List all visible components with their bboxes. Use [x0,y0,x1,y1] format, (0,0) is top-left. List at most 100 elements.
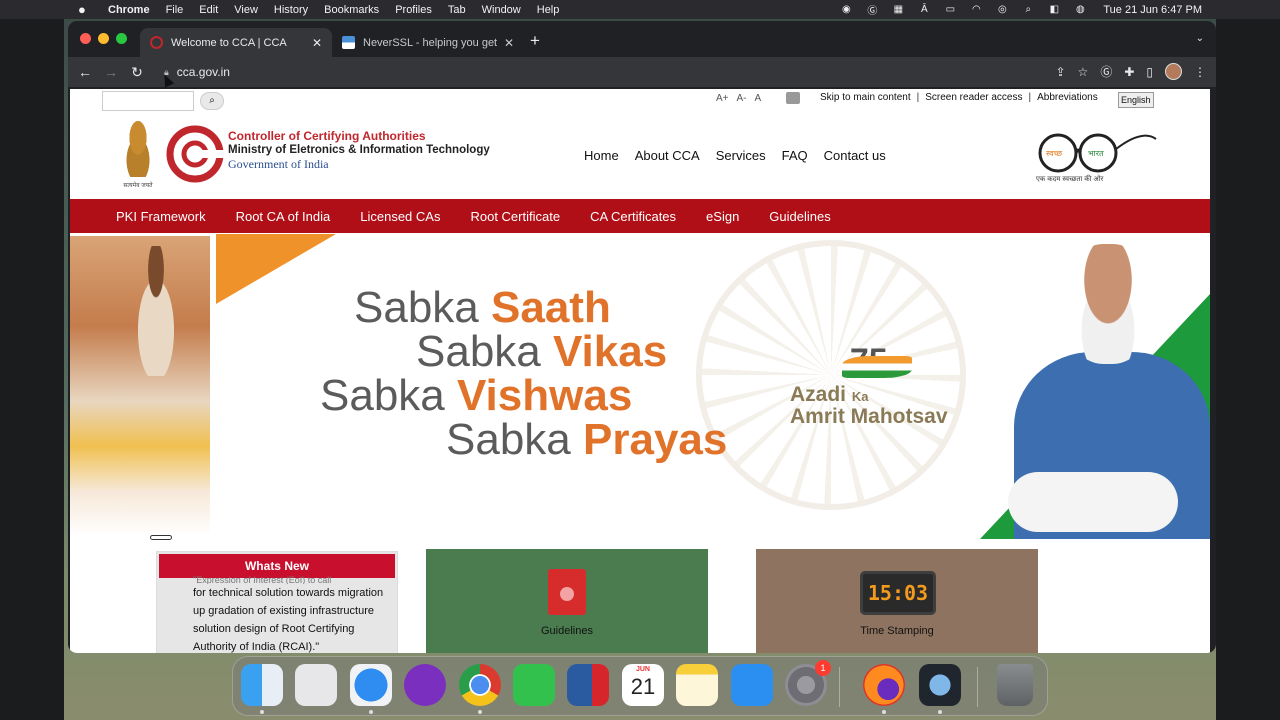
profile-avatar[interactable] [1165,63,1182,80]
wifi-icon[interactable]: ◠ [969,4,983,15]
launchpad-icon[interactable] [295,664,337,706]
nav-root-ca[interactable]: Root CA of India [236,209,331,224]
font-decrease-button[interactable]: A- [737,93,747,104]
bookmark-star-icon[interactable]: ☆ [1078,65,1089,79]
close-tab-icon[interactable]: ✕ [504,36,514,50]
cca-favicon-icon [150,36,163,49]
safari-icon[interactable] [350,664,392,706]
webpage: ⌕ A+ A- A Skip to main content | Screen … [70,89,1210,653]
desktop-edge-left [0,18,64,720]
close-tab-icon[interactable]: ✕ [312,36,322,50]
record-icon[interactable]: ◉ [839,4,853,15]
search-icon[interactable]: ⌕ [200,92,224,110]
screen-recorder-icon[interactable] [567,664,609,706]
tab-neverssl[interactable]: NeverSSL - helping you get on ✕ [332,28,524,57]
site-search-input[interactable] [102,91,194,111]
system-preferences-icon[interactable]: 1 [785,660,831,706]
slider-indicator-icon[interactable] [150,535,172,540]
control-center-icon[interactable]: ◧ [1047,4,1061,15]
nav-root-certificate[interactable]: Root Certificate [470,209,560,224]
reload-icon[interactable]: ↻ [128,64,146,81]
guidelines-card[interactable]: Guidelines [426,549,708,653]
apple-menu-icon[interactable]: ● [78,2,94,17]
forward-icon[interactable]: → [102,64,120,80]
azadi-ka-amrit-mahotsav-logo: 75 Azadi Ka Amrit Mahotsav [790,342,948,427]
dock-separator [839,667,840,707]
firefox-icon[interactable] [863,664,905,706]
font-increase-button[interactable]: A+ [716,93,729,104]
menu-app-name[interactable]: Chrome [108,4,150,16]
printer-icon[interactable] [786,92,800,104]
back-icon[interactable]: ← [76,64,94,80]
chrome-menu-icon[interactable]: ⋮ [1194,65,1206,79]
siri-icon[interactable]: ◍ [1073,4,1087,15]
menu-bookmarks[interactable]: Bookmarks [324,4,379,16]
nav-licensed-cas[interactable]: Licensed CAs [360,209,440,224]
address-bar[interactable]: 🔒︎ cca.gov.in [154,61,1084,83]
nav-contact[interactable]: Contact us [824,148,886,163]
whats-new-text[interactable]: "Expression of Interest (EoI) to call fo… [193,576,393,653]
grammarly-icon[interactable]: Ⓖ [865,4,879,17]
menu-bar: ● Chrome File Edit View History Bookmark… [0,0,1280,19]
keyboard-icon[interactable]: ▦ [891,4,905,15]
language-button[interactable]: English [1118,92,1154,108]
calendar-icon[interactable]: JUN 21 [622,664,664,706]
menu-file[interactable]: File [166,4,184,16]
slogan-line: Sabka Prayas [446,415,728,464]
tab-cca[interactable]: Welcome to CCA | CCA ✕ [140,28,332,57]
nav-faq[interactable]: FAQ [782,148,808,163]
org-line-2: Ministry of Eletronics & Information Tec… [228,144,490,156]
tricolor-flag-icon [842,356,912,378]
time-stamping-card[interactable]: 15:03 Time Stamping [756,549,1038,653]
share-icon[interactable]: ⇪ [1055,65,1065,79]
tab-title: Welcome to CCA | CCA [171,36,287,49]
quicktime-icon[interactable] [919,664,961,706]
nav-services[interactable]: Services [716,148,766,163]
menu-view[interactable]: View [234,4,258,16]
spotlight-icon[interactable]: ⌕ [1021,4,1035,15]
cca-logo-icon[interactable] [166,125,224,183]
tab-search-icon[interactable]: ⌄ [1196,33,1204,44]
hero-banner[interactable]: Sabka Saath Sabka Vikas Sabka Vishwas Sa… [70,234,1210,539]
text-input-icon[interactable]: Ā [917,4,931,15]
nav-guidelines[interactable]: Guidelines [769,209,830,224]
notes-icon[interactable] [676,664,718,706]
zoom-window-button[interactable] [116,33,127,44]
separator: | [916,92,920,103]
menu-profiles[interactable]: Profiles [395,4,432,16]
nav-ca-certificates[interactable]: CA Certificates [590,209,676,224]
trash-icon[interactable] [997,664,1033,706]
running-indicator [938,710,942,714]
whats-new-body: for technical solution towards migration… [193,587,384,653]
menu-edit[interactable]: Edit [199,4,218,16]
side-panel-icon[interactable]: ▯ [1146,65,1153,79]
nav-pki-framework[interactable]: PKI Framework [116,209,206,224]
site-header: सत्यमेव जयते Controller of Certifying Au… [70,119,1210,199]
nav-about[interactable]: About CCA [635,148,700,163]
abbreviations-link[interactable]: Abbreviations [1037,92,1098,103]
font-reset-button[interactable]: A [755,93,762,104]
extensions-puzzle-icon[interactable]: ✚ [1124,65,1134,79]
menu-clock[interactable]: Tue 21 Jun 6:47 PM [1103,4,1202,16]
menu-window[interactable]: Window [482,4,521,16]
menu-tab[interactable]: Tab [448,4,466,16]
new-tab-icon[interactable]: + [530,31,540,51]
menu-history[interactable]: History [274,4,308,16]
battery-icon[interactable]: ▭ [943,4,957,15]
user-icon[interactable]: ◎ [995,4,1009,15]
screen-reader-link[interactable]: Screen reader access [925,92,1022,103]
grammarly-extension-icon[interactable]: Ⓖ [1100,63,1112,80]
app-store-icon[interactable] [731,664,773,706]
finder-icon[interactable] [241,664,283,706]
nav-home[interactable]: Home [584,148,619,163]
nav-esign[interactable]: eSign [706,209,739,224]
skip-to-main-link[interactable]: Skip to main content [820,92,911,103]
close-window-button[interactable] [80,33,91,44]
menu-help[interactable]: Help [537,4,560,16]
organization-name[interactable]: Controller of Certifying Authorities Min… [228,129,490,172]
facetime-icon[interactable] [513,664,555,706]
podcasts-icon[interactable] [404,664,446,706]
slogan-line: Sabka Vikas [416,327,668,376]
minimize-window-button[interactable] [98,33,109,44]
chrome-icon[interactable] [459,664,501,706]
